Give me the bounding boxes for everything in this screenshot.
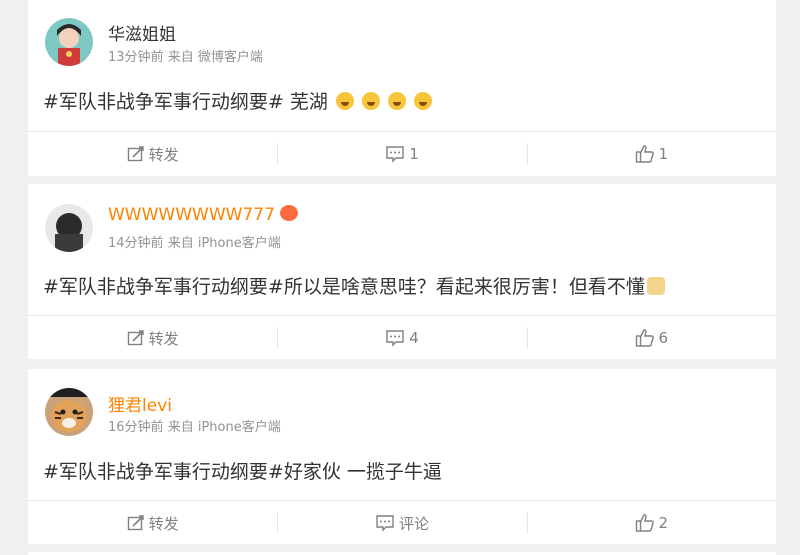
username[interactable]: WWWWWWWW777: [108, 205, 298, 225]
avatar[interactable]: [45, 204, 93, 252]
repost-icon: [127, 515, 144, 531]
comment-count: 4: [409, 329, 419, 347]
scream-emoji-icon: [414, 92, 433, 110]
repost-icon: [127, 146, 144, 162]
username-text[interactable]: WWWWWWWW777: [108, 205, 275, 225]
post-time[interactable]: 14分钟前: [108, 236, 164, 251]
post-meta: 13分钟前 来自 微博客户端: [108, 46, 263, 65]
repost-label: 转发: [148, 329, 179, 348]
repost-button[interactable]: 转发: [28, 501, 277, 545]
post-text: #军队非战争军事行动纲要#好家伙 一揽子牛逼: [43, 457, 442, 484]
like-count: 6: [658, 329, 669, 347]
comment-button[interactable]: 评论: [277, 501, 526, 545]
username[interactable]: 狸君levi: [108, 391, 172, 416]
comment-icon: [376, 515, 394, 532]
repost-label: 转发: [148, 145, 179, 164]
post-card: WWWWWWWW777 14分钟前 来自 iPhone客户端 #军队非战争军事行…: [28, 184, 776, 359]
vip-badge-icon: [279, 205, 298, 221]
like-button[interactable]: 1: [526, 132, 776, 176]
like-count: 1: [658, 145, 669, 163]
scream-emoji-icon: [361, 92, 380, 110]
post-card: 狸君levi 16分钟前 来自 iPhone客户端 #军队非战争军事行动纲要#好…: [28, 369, 776, 544]
post-time[interactable]: 13分钟前: [108, 50, 164, 65]
like-button[interactable]: 6: [526, 316, 776, 360]
scream-emoji-icon: [388, 92, 407, 110]
like-button[interactable]: 2: [526, 501, 776, 545]
like-count: 2: [658, 514, 669, 532]
post-card: 华滋姐姐 13分钟前 来自 微博客户端 #军队非战争军事行动纲要# 芜湖 转发: [28, 0, 776, 176]
cat-emoji-icon: [646, 277, 665, 295]
source-prefix: 来自: [167, 236, 194, 251]
repost-icon: [127, 330, 144, 346]
avatar[interactable]: [45, 18, 93, 66]
source-prefix: 来自: [167, 50, 194, 65]
post-text: #军队非战争军事行动纲要# 芜湖: [43, 87, 433, 114]
post-text-content[interactable]: #军队非战争军事行动纲要#所以是啥意思哇？看起来很厉害！但看不懂: [43, 276, 645, 298]
post-source[interactable]: iPhone客户端: [198, 236, 281, 251]
repost-button[interactable]: 转发: [28, 316, 277, 360]
post-time[interactable]: 16分钟前: [108, 420, 164, 435]
post-text-content[interactable]: #军队非战争军事行动纲要# 芜湖: [43, 91, 328, 113]
post-text: #军队非战争军事行动纲要#所以是啥意思哇？看起来很厉害！但看不懂: [43, 272, 665, 299]
post-actions: 转发 1 1: [28, 131, 776, 176]
comment-count: 1: [409, 145, 419, 163]
source-prefix: 来自: [167, 420, 194, 435]
scream-emoji-icon: [335, 92, 354, 110]
comment-button[interactable]: 4: [277, 316, 526, 360]
avatar[interactable]: [45, 388, 93, 436]
thumbs-up-icon: [635, 514, 654, 532]
comment-label: 评论: [398, 514, 429, 533]
comment-icon: [386, 330, 404, 347]
post-actions: 转发 评论 2: [28, 500, 776, 545]
post-source[interactable]: 微博客户端: [198, 50, 263, 65]
post-source[interactable]: iPhone客户端: [198, 420, 281, 435]
comment-icon: [386, 146, 404, 163]
post-text-content[interactable]: #军队非战争军事行动纲要#好家伙 一揽子牛逼: [43, 461, 442, 483]
username[interactable]: 华滋姐姐: [108, 20, 176, 45]
repost-label: 转发: [148, 514, 179, 533]
repost-button[interactable]: 转发: [28, 132, 277, 176]
thumbs-up-icon: [635, 145, 654, 163]
post-meta: 16分钟前 来自 iPhone客户端: [108, 416, 281, 435]
post-actions: 转发 4 6: [28, 315, 776, 360]
post-meta: 14分钟前 来自 iPhone客户端: [108, 232, 281, 251]
thumbs-up-icon: [635, 329, 654, 347]
comment-button[interactable]: 1: [277, 132, 526, 176]
